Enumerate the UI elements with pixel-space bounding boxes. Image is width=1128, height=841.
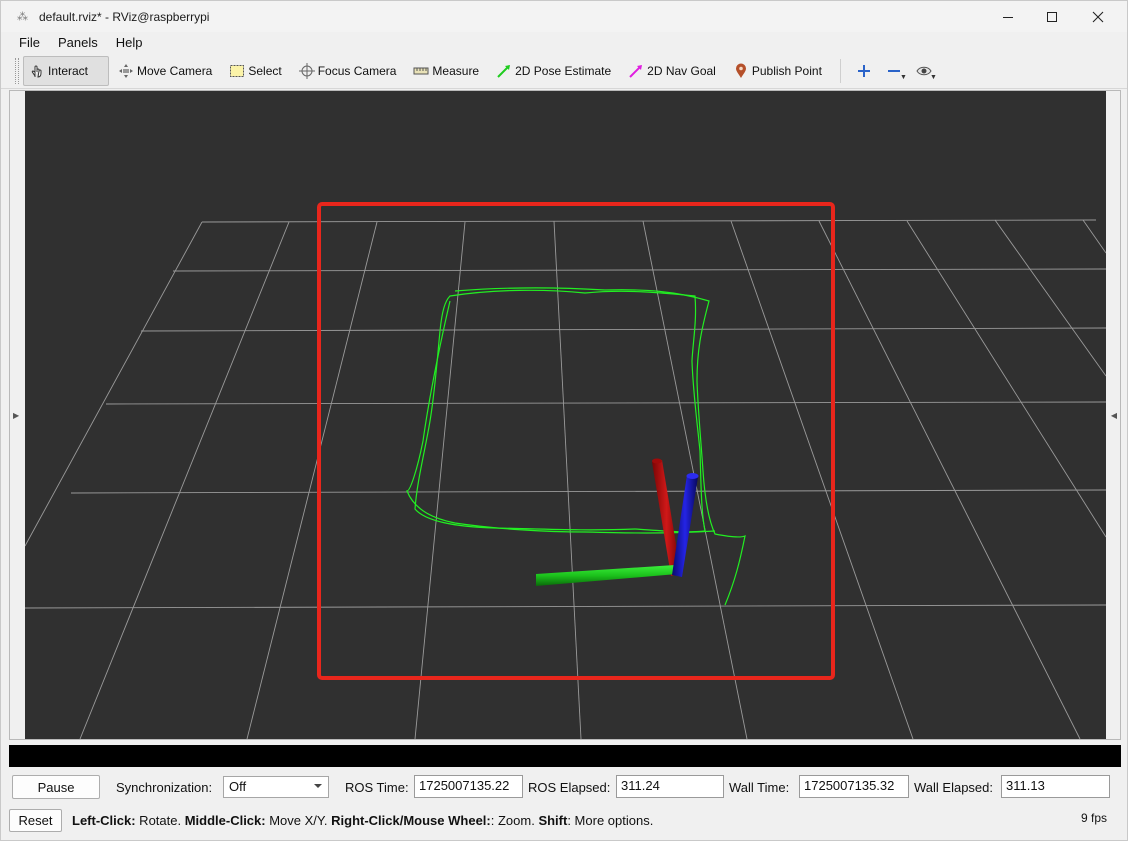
select-rectangle-icon — [228, 62, 246, 80]
help-key: Right-Click/Mouse Wheel: — [331, 812, 491, 828]
title-bar: ⁂ default.rviz* - RViz@raspberrypi — [1, 1, 1127, 32]
z-axis-blue — [672, 475, 698, 577]
sync-value: Off — [229, 779, 247, 794]
tool-select[interactable]: Select — [224, 56, 289, 86]
remove-tool-button[interactable]: ▼ — [879, 56, 909, 86]
help-key: Shift — [538, 812, 568, 828]
fps-counter: 9 fps — [1080, 811, 1107, 825]
window-title: default.rviz* - RViz@raspberrypi — [39, 9, 210, 24]
tool-label: Interact — [48, 63, 89, 78]
tool-2d-nav-goal[interactable]: 2D Nav Goal — [623, 56, 724, 86]
map-pin-icon — [732, 62, 750, 80]
ros-time-field[interactable]: 1725007135.22 — [414, 775, 523, 798]
tool-focus-camera[interactable]: Focus Camera — [294, 56, 405, 86]
minimize-button[interactable] — [985, 1, 1031, 32]
magenta-arrow-icon — [627, 62, 645, 80]
time-panel: Pause Synchronization: Off ROS Time: 172… — [9, 771, 1121, 803]
help-key: Left-Click: — [72, 812, 136, 828]
ruler-icon — [412, 62, 430, 80]
tf-axes — [536, 458, 699, 586]
wall-elapsed-label: Wall Elapsed: — [914, 780, 993, 795]
ground-grid — [25, 219, 1106, 739]
rviz-window: ⁂ default.rviz* - RViz@raspberrypi File … — [0, 0, 1128, 841]
hand-pointer-icon — [28, 62, 46, 80]
reset-button[interactable]: Reset — [9, 808, 62, 832]
collapse-left-arrow-icon[interactable]: ▶ — [13, 411, 19, 420]
minimize-icon — [1003, 16, 1013, 18]
collapse-right-arrow-icon[interactable]: ◀ — [1111, 411, 1117, 420]
help-desc: : Zoom. — [490, 812, 539, 828]
tool-label: 2D Pose Estimate — [515, 63, 612, 78]
menu-help[interactable]: Help — [110, 35, 149, 50]
status-bar: Reset Left-Click: Rotate. Middle-Click: … — [9, 807, 1121, 833]
add-tool-icon — [857, 64, 870, 77]
tool-publish-point[interactable]: Publish Point — [728, 56, 830, 86]
menu-file[interactable]: File — [13, 35, 46, 50]
focus-crosshair-icon — [298, 62, 316, 80]
pause-button[interactable]: Pause — [12, 775, 100, 799]
chevron-down-icon: ▼ — [899, 73, 907, 81]
tool-label: Focus Camera — [317, 63, 397, 78]
tool-label: Select — [248, 63, 282, 78]
remove-tool-icon — [887, 69, 900, 72]
wall-elapsed-field[interactable]: 311.13 — [1001, 775, 1110, 798]
help-desc: Move X/Y. — [265, 812, 332, 828]
wall-time-label: Wall Time: — [729, 780, 790, 795]
tool-label: Measure — [432, 63, 480, 78]
ros-elapsed-label: ROS Elapsed: — [528, 780, 611, 795]
view-options-button[interactable]: ▼ — [909, 56, 939, 86]
scene-svg — [25, 202, 1106, 739]
sync-label: Synchronization: — [116, 780, 213, 795]
add-tool-button[interactable] — [849, 56, 879, 86]
close-button[interactable] — [1075, 1, 1121, 32]
render-panel: ▶ ◀ — [9, 90, 1121, 740]
tool-label: 2D Nav Goal — [647, 63, 716, 78]
menu-panels[interactable]: Panels — [52, 35, 104, 50]
help-key: Middle-Click: — [184, 812, 266, 828]
chevron-down-icon: ▼ — [929, 73, 937, 81]
menu-bar: File Panels Help — [1, 32, 1127, 52]
rviz-app-icon: ⁂ — [17, 10, 28, 23]
wall-time-field[interactable]: 1725007135.32 — [799, 775, 909, 798]
move-camera-icon — [117, 62, 135, 80]
tools-toolbar: Interact Move Camera Select Focus Camera — [1, 53, 1127, 89]
render-divider-bar — [9, 745, 1121, 767]
toolbar-grip[interactable] — [15, 57, 19, 84]
y-axis-green — [536, 565, 677, 586]
maximize-button[interactable] — [1029, 1, 1075, 32]
close-icon — [1092, 11, 1104, 22]
tool-measure[interactable]: Measure — [408, 56, 487, 86]
ros-elapsed-field[interactable]: 311.24 — [616, 775, 724, 798]
sync-dropdown[interactable]: Off — [223, 776, 329, 798]
tool-interact[interactable]: Interact — [23, 55, 109, 86]
maximize-icon — [1047, 11, 1057, 22]
tool-move-camera[interactable]: Move Camera — [113, 56, 220, 86]
toolbar-separator — [839, 58, 841, 83]
help-desc: : More options. — [567, 812, 654, 828]
tool-2d-pose-estimate[interactable]: 2D Pose Estimate — [491, 56, 619, 86]
help-desc: Rotate. — [135, 812, 185, 828]
chevron-down-icon — [314, 784, 322, 788]
help-text: Left-Click: Rotate. Middle-Click: Move X… — [72, 813, 653, 828]
3d-view[interactable] — [25, 91, 1106, 739]
ros-time-label: ROS Time: — [345, 780, 409, 795]
green-arrow-icon — [495, 62, 513, 80]
odometry-path — [406, 287, 746, 606]
tool-label: Publish Point — [751, 63, 822, 78]
tool-label: Move Camera — [137, 63, 213, 78]
